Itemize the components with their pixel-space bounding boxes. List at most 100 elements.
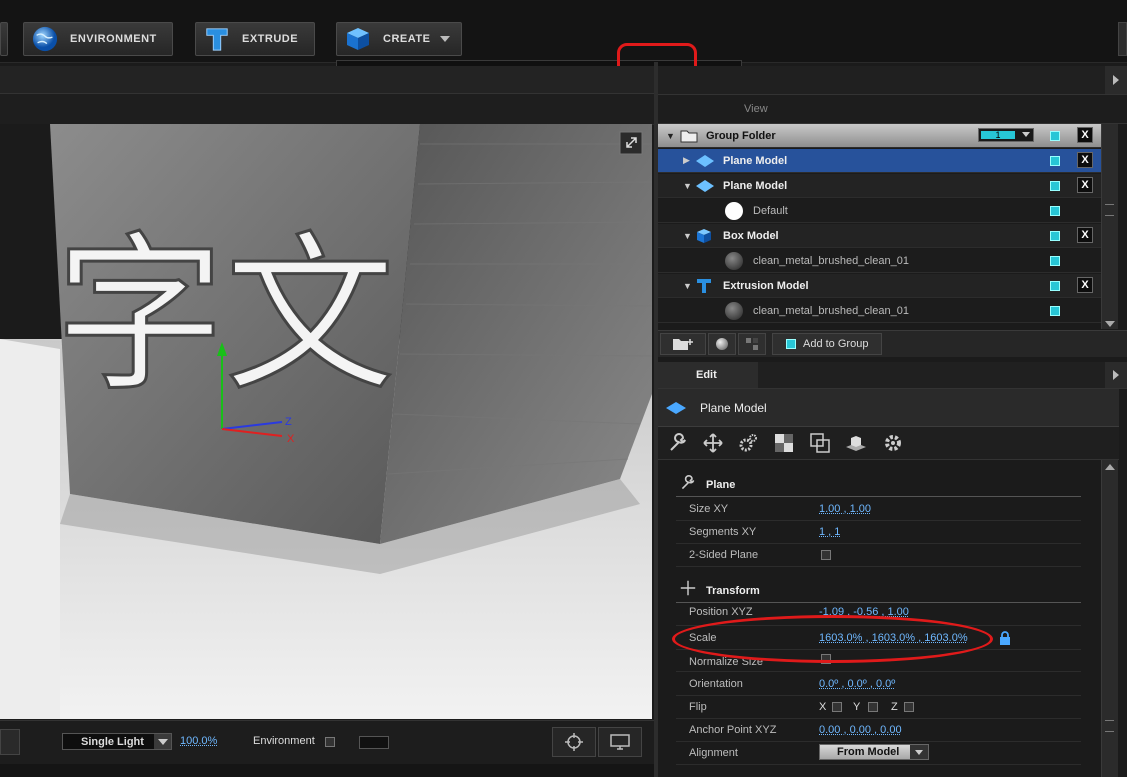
view-tab[interactable]: View — [744, 103, 768, 115]
chevron-down-icon — [1022, 132, 1030, 137]
transform-section-header[interactable]: Transform — [676, 577, 1081, 603]
remove-button[interactable]: X — [1077, 227, 1093, 243]
material-ball-icon — [716, 338, 728, 350]
3d-viewport[interactable]: 字文 Z X — [0, 124, 652, 719]
size-xy-row: Size XY 1.00 , 1.00 — [676, 498, 1081, 521]
material-swatch-white — [725, 202, 743, 220]
move-icon[interactable] — [703, 433, 723, 453]
group-counter-select[interactable]: 1 — [978, 128, 1034, 142]
group-folder-row[interactable]: ▼ Group Folder 1 — [658, 124, 1101, 148]
row-label: Plane Model — [723, 154, 788, 167]
add-to-group-button[interactable]: Add to Group — [772, 333, 882, 355]
size-xy-value[interactable]: 1.00 , 1.00 — [819, 503, 871, 515]
row-label: Default — [753, 204, 788, 217]
edit-tool-tabs — [658, 427, 1119, 460]
nav-left-button[interactable] — [0, 729, 20, 755]
environment-checkbox[interactable] — [325, 737, 335, 747]
wrench-icon[interactable] — [668, 433, 688, 453]
visibility-checkbox[interactable] — [1050, 181, 1060, 191]
edit-object-title: Plane Model — [700, 401, 767, 415]
new-material-button[interactable] — [708, 333, 736, 355]
two-sided-checkbox[interactable] — [821, 550, 831, 560]
new-folder-button[interactable] — [660, 333, 706, 355]
viewport-tabbar — [0, 66, 654, 94]
flip-z-checkbox[interactable] — [904, 702, 914, 712]
chevron-down-icon — [440, 36, 451, 42]
orientation-row: Orientation 0.0º , 0.0º , 0.0º — [676, 673, 1081, 696]
plane-icon — [696, 180, 714, 192]
light-mode-select[interactable]: Single Light — [62, 733, 172, 750]
visibility-checkbox[interactable] — [1050, 256, 1060, 266]
edit-tab-label: Edit — [696, 369, 717, 381]
visibility-checkbox[interactable] — [1050, 306, 1060, 316]
toolbar-right-edge — [1118, 22, 1127, 56]
settings-gear-icon[interactable] — [883, 433, 903, 453]
row-label: clean_metal_brushed_clean_01 — [753, 304, 909, 317]
scene-row-default-material[interactable]: Default — [658, 199, 1101, 223]
scene-row-plane-model-selected[interactable]: ▶ Plane Model — [658, 149, 1101, 173]
flip-x-checkbox[interactable] — [832, 702, 842, 712]
anchor-label: Anchor Point XYZ — [689, 724, 777, 736]
alignment-value: From Model — [837, 746, 900, 758]
material-swatch-metal — [725, 252, 743, 270]
plane-section-header[interactable]: Plane — [676, 471, 1081, 497]
extrude-t-icon — [204, 26, 230, 52]
environment-swatch[interactable] — [359, 736, 389, 749]
scene-row-extrusion-model[interactable]: ▼ Extrusion Model — [658, 274, 1101, 298]
edit-tab[interactable]: Edit — [658, 362, 758, 388]
scroll-down-icon[interactable] — [1105, 321, 1115, 327]
plane-section-title: Plane — [706, 479, 736, 491]
flip-y-checkbox[interactable] — [868, 702, 878, 712]
scene-row-metal-material-2[interactable]: clean_metal_brushed_clean_01 — [658, 299, 1101, 323]
panel-menu-button[interactable] — [1105, 362, 1127, 388]
alignment-select[interactable]: From Model — [819, 744, 929, 760]
scene-row-metal-material[interactable]: clean_metal_brushed_clean_01 — [658, 249, 1101, 273]
lock-icon[interactable] — [999, 631, 1011, 645]
chevron-right-icon — [1113, 75, 1119, 85]
edit-object-title-bar: Plane Model — [658, 389, 1119, 427]
remove-button[interactable]: X — [1077, 177, 1093, 193]
extrude-button[interactable]: EXTRUDE — [195, 22, 315, 56]
scene-row-box-model[interactable]: ▼ Box Model — [658, 224, 1101, 248]
extrude-label: EXTRUDE — [242, 33, 299, 45]
properties-scrollbar[interactable] — [1101, 460, 1118, 777]
segments-xy-value[interactable]: 1 , 1 — [819, 526, 840, 538]
annotation-highlight-ellipse — [672, 615, 993, 663]
texture-button[interactable] — [738, 333, 766, 355]
remove-button[interactable]: X — [1077, 152, 1093, 168]
target-button[interactable] — [552, 727, 596, 757]
create-button[interactable]: CREATE — [336, 22, 462, 56]
orientation-value[interactable]: 0.0º , 0.0º , 0.0º — [819, 678, 895, 690]
scene-scrollbar[interactable] — [1101, 124, 1118, 329]
uv-map-icon[interactable] — [810, 433, 830, 453]
scene-row-plane-model[interactable]: ▼ Plane Model — [658, 174, 1101, 198]
collapse-arrow-icon: ▼ — [683, 280, 692, 291]
viewport-bottom-bar: Single Light 100.0% Environment — [0, 720, 654, 765]
zoom-value[interactable]: 100.0% — [180, 735, 217, 747]
visibility-checkbox[interactable] — [1050, 156, 1060, 166]
visibility-checkbox[interactable] — [1050, 206, 1060, 216]
row-label: clean_metal_brushed_clean_01 — [753, 254, 909, 267]
expand-arrow-icon: ▶ — [683, 155, 690, 165]
visibility-checkbox[interactable] — [1050, 281, 1060, 291]
gears-icon[interactable] — [738, 433, 758, 453]
panel-menu-button[interactable] — [1105, 66, 1127, 94]
material-swatch-metal — [725, 302, 743, 320]
flip-x-label: X — [819, 701, 827, 713]
edit-panel-header: Edit — [658, 362, 1127, 389]
material-checker-icon[interactable] — [774, 433, 794, 453]
environment-button[interactable]: ENVIRONMENT — [23, 22, 173, 56]
remove-button[interactable]: X — [1077, 277, 1093, 293]
visibility-checkbox[interactable] — [1050, 231, 1060, 241]
remove-button[interactable]: X — [1077, 127, 1093, 143]
plane-icon — [666, 402, 686, 414]
visibility-checkbox[interactable] — [1050, 131, 1060, 141]
move-icon — [680, 580, 696, 596]
deform-icon[interactable] — [844, 433, 868, 453]
scroll-up-icon[interactable] — [1105, 464, 1115, 470]
monitor-icon — [610, 734, 630, 750]
screen-button[interactable] — [598, 727, 642, 757]
anchor-value[interactable]: 0.00 , 0.00 , 0.00 — [819, 724, 902, 736]
two-sided-label: 2-Sided Plane — [689, 549, 759, 561]
alignment-row: Alignment From Model — [676, 742, 1081, 765]
